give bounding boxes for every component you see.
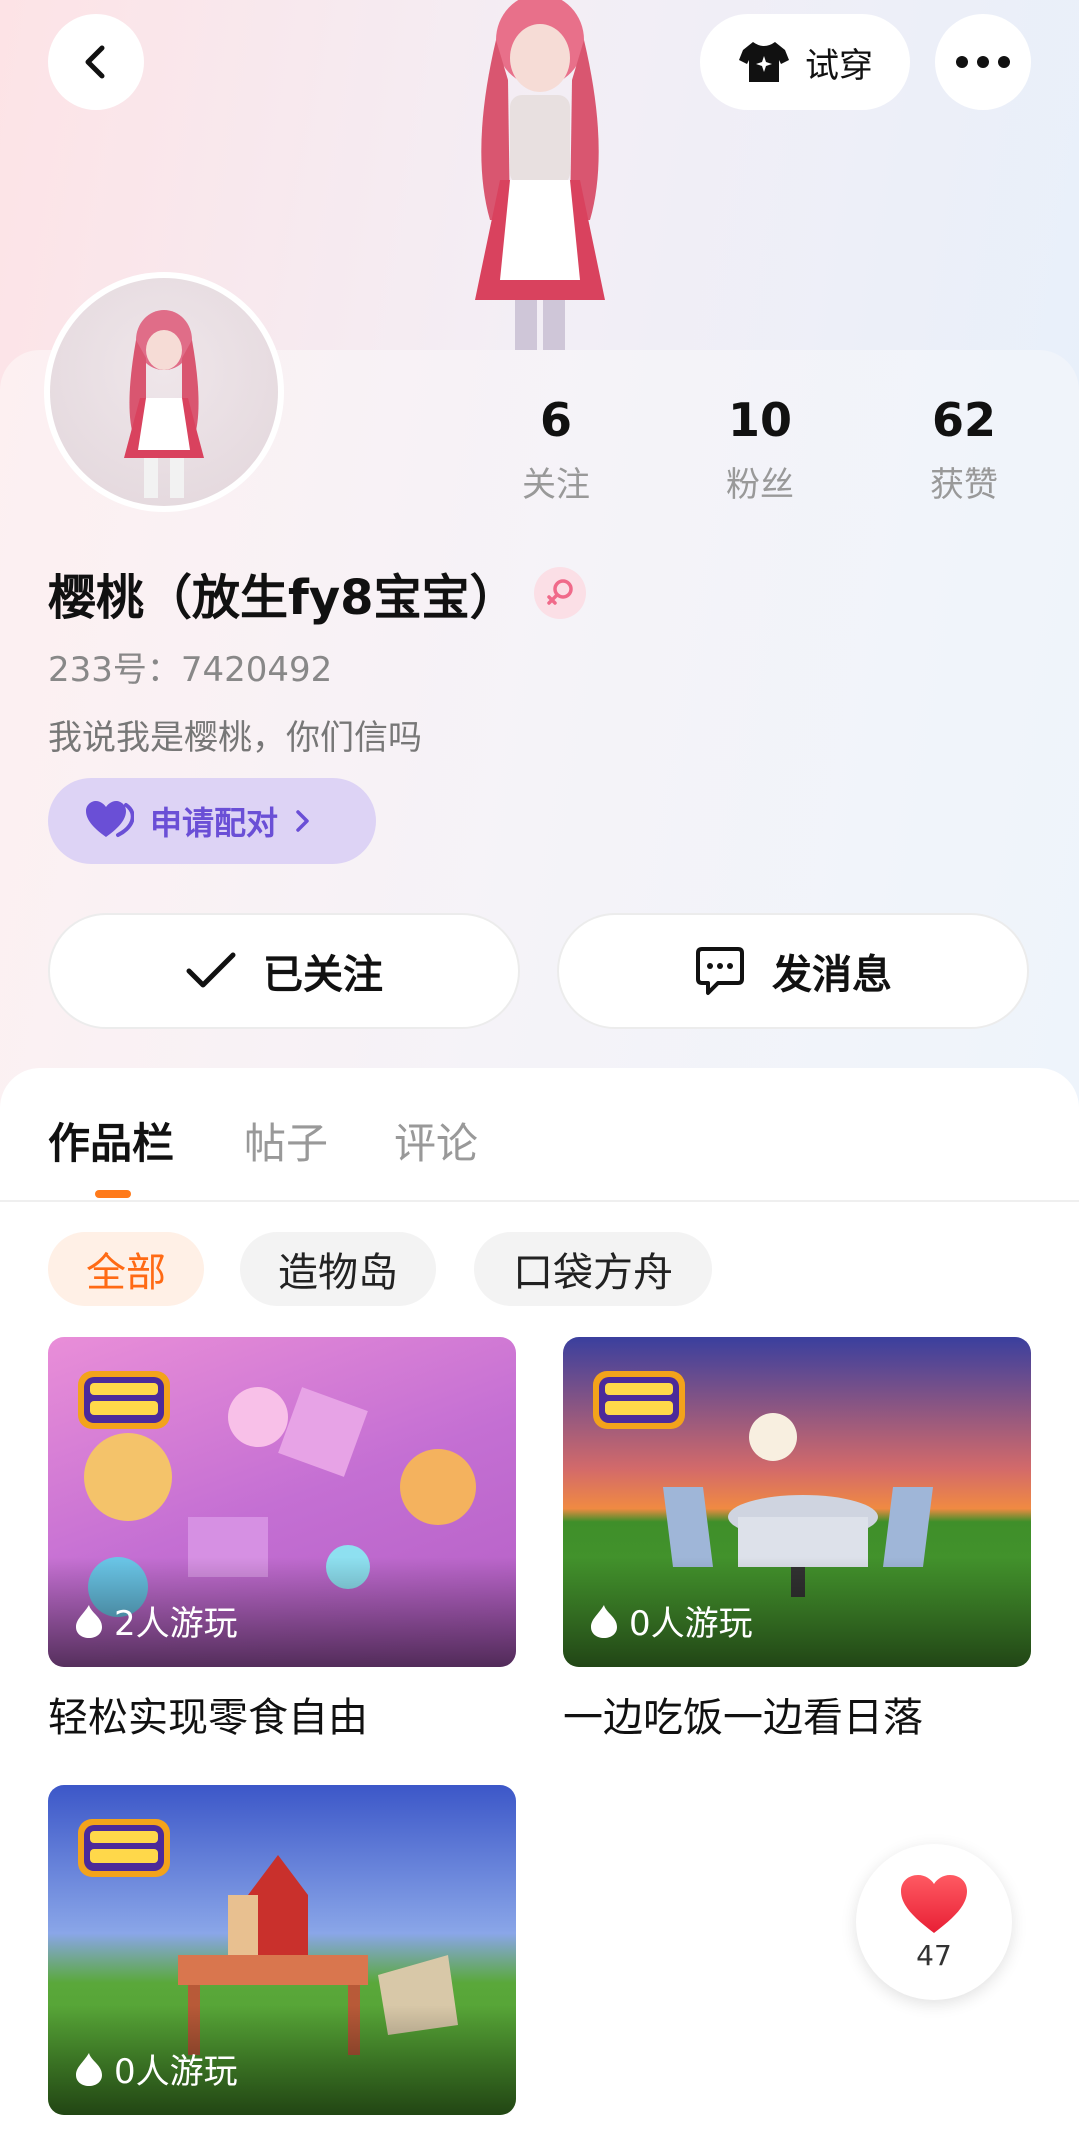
- filter-pocket-ark[interactable]: 口袋方舟: [474, 1232, 712, 1306]
- play-count-label: 2人游玩: [114, 1604, 238, 1644]
- request-pairing-label: 申请配对: [150, 804, 279, 842]
- profile-avatar[interactable]: [44, 272, 284, 512]
- tab-posts[interactable]: 帖子: [244, 1110, 328, 1171]
- play-count: 2人游玩: [74, 1596, 238, 1645]
- try-on-button[interactable]: 试穿: [700, 14, 910, 110]
- chevron-left-icon: [85, 45, 105, 79]
- active-tab-indicator: [95, 1190, 131, 1198]
- followed-button[interactable]: 已关注: [48, 913, 520, 1029]
- tab-divider: [0, 1200, 1079, 1202]
- more-options-button[interactable]: [935, 14, 1031, 110]
- stat-fans[interactable]: 10 粉丝: [690, 395, 830, 506]
- stat-likes-label: 获赞: [930, 465, 998, 505]
- flame-icon: [591, 1604, 617, 1638]
- checkmark-icon: [186, 952, 236, 988]
- send-message-button[interactable]: 发消息: [557, 913, 1029, 1029]
- followed-label: 已关注: [263, 952, 383, 998]
- work-card[interactable]: 0人游玩: [563, 1337, 1031, 1667]
- more-dots-icon: [956, 56, 1010, 68]
- stat-fans-value: 10: [727, 393, 792, 447]
- like-button[interactable]: 47: [856, 1844, 1012, 2000]
- game-logo: [74, 1813, 174, 1883]
- game-logo: [589, 1365, 689, 1435]
- stat-following-value: 6: [539, 393, 572, 447]
- avatar-3d-figure: [430, 0, 650, 350]
- user-bio: 我说我是樱桃，你们信吗: [48, 718, 422, 758]
- work-title[interactable]: 一边吃饭一边看日落: [563, 1685, 923, 1743]
- work-title[interactable]: 轻松实现零食自由: [48, 1685, 368, 1743]
- name-row: 樱桃（放生fy8宝宝）: [48, 558, 586, 628]
- work-card[interactable]: 2人游玩: [48, 1337, 516, 1667]
- play-count: 0人游玩: [589, 1596, 753, 1645]
- flame-icon: [76, 2052, 102, 2086]
- filter-creation-island[interactable]: 造物岛: [240, 1232, 436, 1306]
- work-card[interactable]: 0人游玩: [48, 1785, 516, 2115]
- stat-likes[interactable]: 62 获赞: [894, 395, 1034, 506]
- try-on-label: 试穿: [805, 45, 873, 86]
- avatar-image: [124, 310, 204, 498]
- user-id: 233号：7420492: [48, 650, 333, 690]
- stat-fans-label: 粉丝: [726, 465, 794, 505]
- heart-icon: [901, 1874, 967, 1933]
- profile-name: 樱桃（放生fy8宝宝）: [48, 570, 518, 626]
- shirt-sparkle-icon: [739, 42, 789, 82]
- game-logo: [74, 1365, 174, 1435]
- tab-comments[interactable]: 评论: [394, 1110, 478, 1171]
- flame-icon: [76, 1604, 102, 1638]
- like-count: 47: [916, 1938, 952, 1972]
- send-message-label: 发消息: [772, 952, 892, 998]
- chevron-right-icon: [296, 810, 309, 832]
- play-count-label: 0人游玩: [629, 1604, 753, 1644]
- play-count-label: 0人游玩: [114, 2052, 238, 2092]
- play-count: 0人游玩: [74, 2044, 238, 2093]
- tab-works[interactable]: 作品栏: [48, 1110, 174, 1171]
- stat-following-label: 关注: [522, 465, 590, 505]
- filter-all[interactable]: 全部: [48, 1232, 204, 1306]
- chat-bubble-icon: [696, 947, 744, 995]
- back-button[interactable]: [48, 14, 144, 110]
- stat-following[interactable]: 6 关注: [486, 395, 626, 506]
- female-gender-icon: [533, 567, 586, 619]
- request-pairing-button[interactable]: 申请配对: [48, 778, 376, 864]
- heart-pair-icon: [86, 801, 134, 837]
- stat-likes-value: 62: [931, 393, 996, 447]
